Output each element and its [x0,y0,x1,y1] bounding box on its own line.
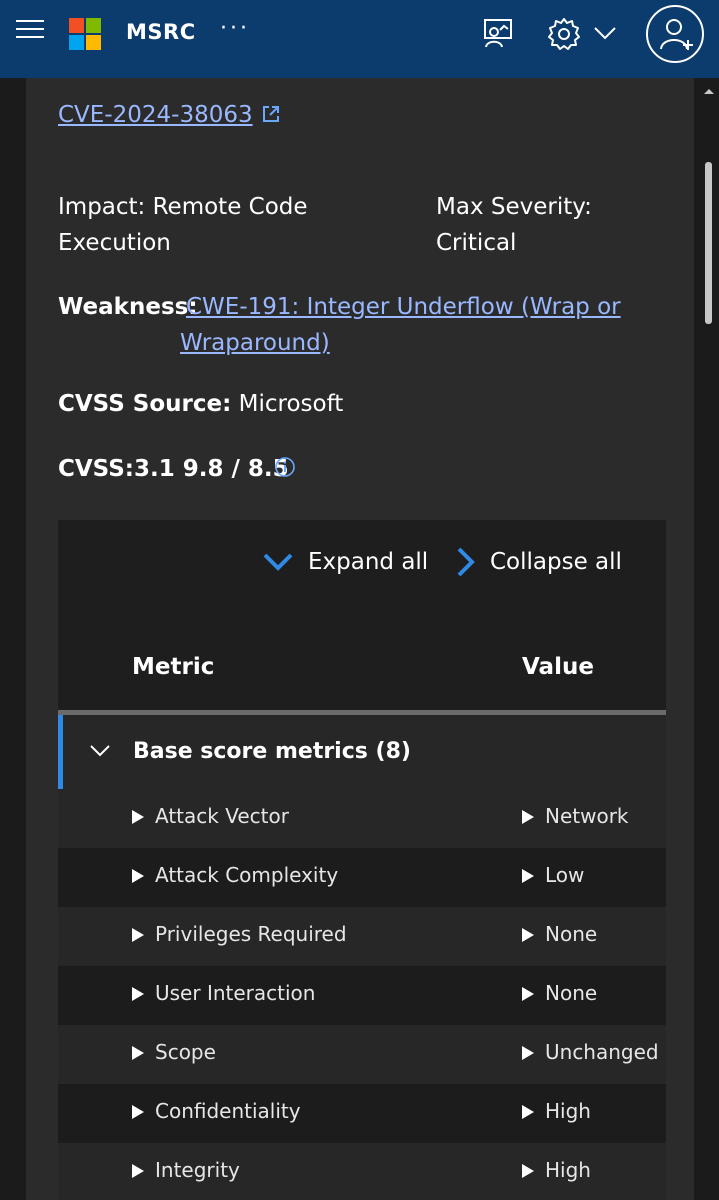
expand-triangle-icon[interactable] [132,869,144,883]
expand-all-button[interactable]: Expand all [262,542,428,582]
metric-value: None [545,981,598,1005]
expand-triangle-icon[interactable] [522,1164,534,1178]
metric-value: High [545,1099,591,1123]
metric-name: Integrity [155,1158,240,1182]
external-link-icon [262,106,279,122]
cvss-score: CVSS:3.1 9.8 / 8.5 [58,456,289,482]
expand-triangle-icon[interactable] [522,810,534,824]
collapse-all-button[interactable]: Collapse all [454,542,622,582]
table-row[interactable]: Scope Unchanged [58,1025,666,1084]
microsoft-logo[interactable] [69,18,101,50]
metric-name: Attack Complexity [155,863,339,887]
info-icon[interactable] [274,456,296,478]
metric-value: Unchanged [545,1040,659,1064]
cve-id: CVE-2024-38063 [58,102,253,128]
metric-name: Attack Vector [155,804,289,828]
table-row[interactable]: Integrity High [58,1143,666,1200]
metric-value: High [545,1158,591,1182]
cve-link[interactable]: CVE-2024-38063 [58,102,281,128]
weakness-link[interactable]: CWE-191: Integer Underflow (Wrap or Wrap… [180,289,650,361]
metric-name: Scope [155,1040,216,1064]
expand-triangle-icon[interactable] [522,869,534,883]
expand-triangle-icon[interactable] [132,1164,144,1178]
expand-all-label: Expand all [308,549,429,575]
table-row[interactable]: Confidentiality High [58,1084,666,1143]
expand-triangle-icon[interactable] [132,1046,144,1060]
brand-title[interactable]: MSRC [126,20,196,44]
user-add-icon[interactable] [646,5,704,63]
expand-triangle-icon[interactable] [132,810,144,824]
group-row-base-score[interactable]: Base score metrics (8) [58,715,666,789]
gear-icon[interactable] [546,16,582,52]
scroll-up-arrow-icon[interactable] [702,86,716,96]
column-header-metric[interactable]: Metric [132,654,214,680]
chevron-down-icon [263,553,293,571]
metric-value: Low [545,863,585,887]
more-menu-button[interactable]: ··· [220,16,250,41]
expand-triangle-icon[interactable] [132,1105,144,1119]
metric-name: Confidentiality [155,1099,301,1123]
expand-triangle-icon[interactable] [522,1105,534,1119]
cvss-source-label: CVSS Source: [58,391,232,417]
metric-value: Network [545,804,629,828]
expand-triangle-icon[interactable] [522,928,534,942]
expand-triangle-icon[interactable] [522,1046,534,1060]
group-label: Base score metrics (8) [133,739,411,764]
expand-triangle-icon[interactable] [522,987,534,1001]
top-nav-bar: MSRC ··· [0,0,719,78]
expand-triangle-icon[interactable] [132,928,144,942]
max-severity-text: Max Severity: Critical [436,194,592,256]
cvss-source: CVSS Source: Microsoft [58,386,343,422]
table-row[interactable]: User Interaction None [58,966,666,1025]
table-row[interactable]: Privileges Required None [58,907,666,966]
menu-icon[interactable] [16,20,44,46]
chevron-right-icon [457,547,475,577]
cvss-source-value: Microsoft [238,391,344,417]
weakness-label: Weakness: [58,294,198,320]
chevron-down-icon[interactable] [592,22,618,44]
impact-text: Impact: Remote Code Execution [58,194,308,256]
collapse-all-label: Collapse all [490,549,622,575]
scrollbar-thumb[interactable] [705,162,712,324]
metric-name: Privileges Required [155,922,347,946]
feedback-icon[interactable] [480,16,516,52]
column-header-value[interactable]: Value [522,654,594,680]
expand-triangle-icon[interactable] [132,987,144,1001]
table-row[interactable]: Attack Complexity Low [58,848,666,907]
table-row[interactable]: Attack Vector Network [58,789,666,848]
chevron-down-icon [90,745,110,757]
metric-value: None [545,922,598,946]
metric-name: User Interaction [155,981,316,1005]
